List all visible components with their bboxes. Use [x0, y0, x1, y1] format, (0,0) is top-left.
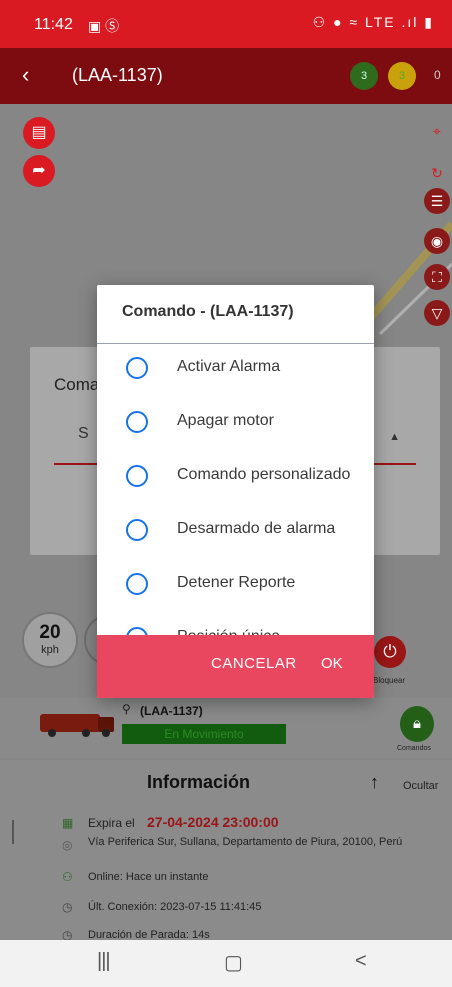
commands-label: Comandos [397, 745, 431, 752]
alert-count: 0 [434, 68, 441, 82]
option-label: Apagar motor [177, 412, 274, 429]
option-comando-personalizado[interactable]: Comando personalizado [97, 450, 374, 504]
speed-gauge: 20 kph [22, 612, 78, 668]
share-icon[interactable]: ➦ [23, 155, 55, 187]
cancel-button[interactable]: CANCELAR [211, 655, 297, 672]
arrow-up-icon[interactable]: ↑ [370, 772, 379, 793]
location-pin-icon: ◎ [62, 838, 73, 852]
radio-button[interactable] [126, 411, 148, 433]
background-dialog-label: Coma [54, 375, 100, 394]
truck-image [38, 708, 116, 738]
info-panel: Información ↑ Ocultar ▦ Expira el 27-04-… [0, 760, 452, 950]
option-apagar-motor[interactable]: Apagar motor [97, 396, 374, 450]
radio-button[interactable] [126, 357, 148, 379]
command-select[interactable]: S [78, 425, 89, 443]
expires-date: 27-04-2024 23:00:00 [147, 814, 279, 830]
status-time: 11:42 [34, 16, 73, 33]
layers-icon[interactable]: ☰ [424, 188, 450, 214]
caret-up-icon[interactable]: ▲ [389, 431, 400, 443]
car-icon[interactable]: ▤ [23, 117, 55, 149]
status-bar: 11:42 ▣ Ⓢ ⚇ ● ≈ LTE .ıl ▮ [0, 0, 452, 48]
option-activar-alarma[interactable]: Activar Alarma [97, 342, 374, 396]
option-label: Comando personalizado [177, 466, 351, 483]
speed-unit: kph [41, 644, 59, 656]
page-title: (LAA-1137) [72, 65, 163, 85]
online-icon: ⚇ [62, 870, 73, 884]
clock-icon: ◷ [62, 900, 73, 914]
expires-prefix: Expira el [88, 816, 135, 830]
power-icon[interactable]: ⏻ [374, 636, 406, 668]
refresh-icon[interactable]: ↻ [424, 160, 450, 186]
home-button[interactable]: ▢ [224, 950, 243, 975]
system-nav-bar: ||| ▢ < [0, 940, 452, 987]
dialog-footer: CANCELAR OK [97, 635, 374, 698]
address-text: Vía Periferica Sur, Sullana, Departament… [88, 836, 403, 848]
fit-bounds-icon[interactable]: ⛶ [424, 264, 450, 290]
chevron-left-icon[interactable]: ‹ [22, 62, 29, 88]
recent-apps-button[interactable]: ||| [97, 950, 111, 973]
option-label: Detener Reporte [177, 574, 296, 591]
left-divider [12, 820, 14, 844]
radio-button[interactable] [126, 465, 148, 487]
vehicle-plate: (LAA-1137) [140, 704, 203, 718]
command-dialog: Comando - (LAA-1137) Activar Alarma Apag… [97, 285, 374, 698]
app-bar: ‹ (LAA-1137) 3 3 0 [0, 48, 452, 104]
info-title: Información [147, 772, 251, 792]
online-text: Online: Hace un instante [88, 871, 209, 883]
dialog-title: Comando - (LAA-1137) [122, 303, 294, 320]
yellow-count-badge[interactable]: 3 [388, 62, 416, 90]
radio-button[interactable] [126, 573, 148, 595]
back-button[interactable]: < [355, 950, 367, 973]
option-label: Desarmado de alarma [177, 520, 336, 537]
last-connection-text: Últ. Conexión: 2023-07-15 11:41:45 [88, 901, 262, 913]
ok-button[interactable]: OK [321, 655, 343, 672]
hide-label[interactable]: Ocultar [403, 780, 438, 792]
system-status-icons: ⚇ ● ≈ LTE .ıl ▮ [312, 14, 434, 30]
green-count-badge[interactable]: 3 [350, 62, 378, 90]
lock-icon[interactable]: 🔒︎ [400, 706, 434, 742]
key-icon: ⚲ [122, 702, 131, 716]
record-icon[interactable]: ◉ [424, 228, 450, 254]
status-badge: En Movimiento [122, 724, 286, 744]
calendar-icon: ▦ [62, 816, 74, 830]
locate-icon[interactable]: ⌖ [424, 118, 450, 144]
speed-value: 20 [39, 622, 61, 643]
option-label: Activar Alarma [177, 358, 281, 375]
notification-icons: ▣ Ⓢ [88, 18, 120, 34]
radio-button[interactable] [126, 519, 148, 541]
block-label: Bloquear [373, 676, 406, 685]
option-desarmado-de-alarma[interactable]: Desarmado de alarma [97, 504, 374, 558]
option-detener-reporte[interactable]: Detener Reporte [97, 558, 374, 612]
geofence-icon[interactable]: ▽ [424, 300, 450, 326]
